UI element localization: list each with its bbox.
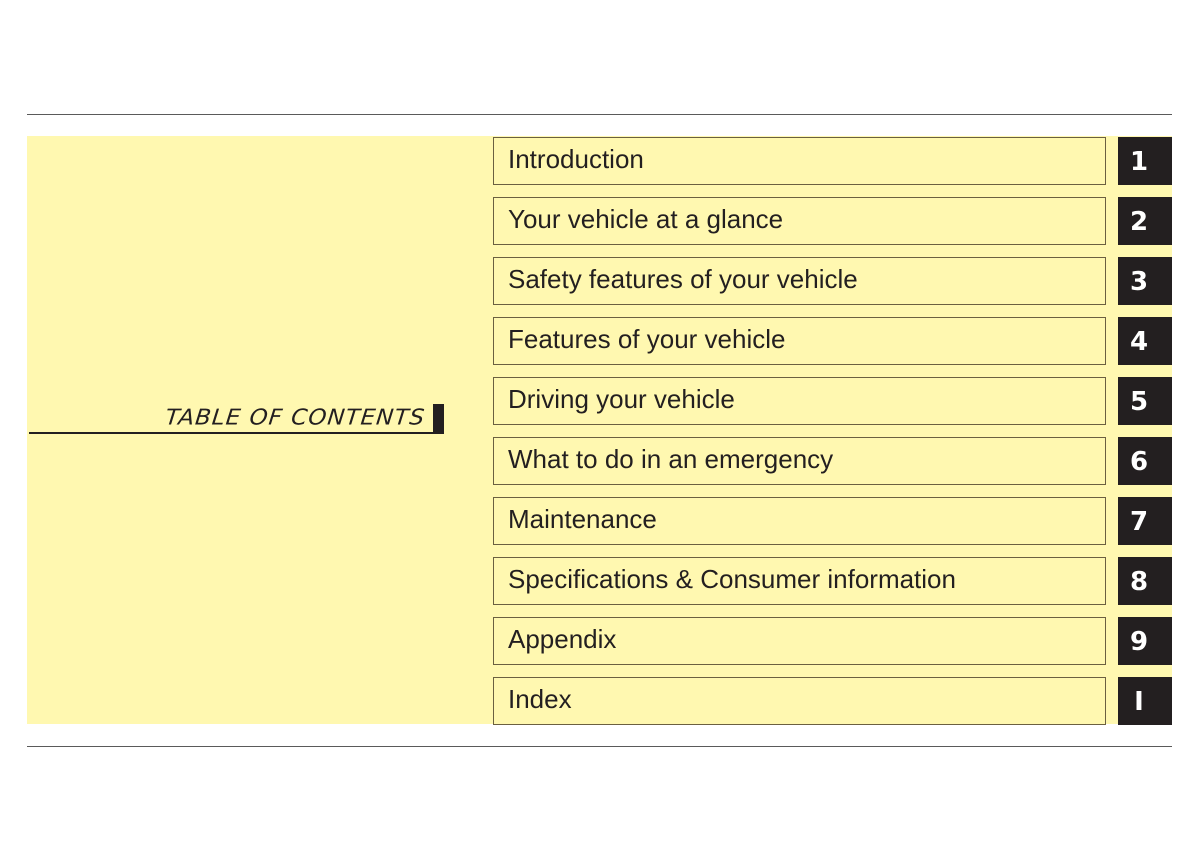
chapter-tab[interactable]: 9 [1118,617,1172,665]
toc-entry-specifications[interactable]: Specifications & Consumer information 8 [493,557,1172,605]
toc-entry-introduction[interactable]: Introduction 1 [493,137,1172,185]
toc-entry-driving[interactable]: Driving your vehicle 5 [493,377,1172,425]
toc-heading: TABLE OF CONTENTS [29,400,444,434]
chapter-tab[interactable]: 7 [1118,497,1172,545]
chapter-number: 8 [1129,567,1149,597]
toc-entry-vehicle-at-a-glance[interactable]: Your vehicle at a glance 2 [493,197,1172,245]
chapter-tab[interactable]: 5 [1118,377,1172,425]
chapter-tab[interactable]: 6 [1118,437,1172,485]
toc-title-marker [433,404,444,432]
chapter-tab[interactable]: 4 [1118,317,1172,365]
toc-entry-box[interactable]: Driving your vehicle [493,377,1106,425]
chapter-number: 6 [1129,447,1149,477]
chapter-number: 4 [1129,327,1149,357]
toc-entry-box[interactable]: Appendix [493,617,1106,665]
chapter-number: I [1134,687,1144,717]
chapter-number: 7 [1129,507,1149,537]
toc-entry-emergency[interactable]: What to do in an emergency 6 [493,437,1172,485]
bottom-rule [27,746,1172,747]
chapter-number: 9 [1129,627,1149,657]
toc-entry-label[interactable]: Driving your vehicle [508,384,735,414]
toc-entry-label[interactable]: Maintenance [508,504,657,534]
toc-entry-box[interactable]: Maintenance [493,497,1106,545]
chapter-number: 5 [1129,387,1149,417]
toc-entry-box[interactable]: Specifications & Consumer information [493,557,1106,605]
chapter-tab[interactable]: 1 [1118,137,1172,185]
chapter-tab[interactable]: 2 [1118,197,1172,245]
toc-entry-label[interactable]: Introduction [508,144,644,174]
chapter-tab[interactable]: 3 [1118,257,1172,305]
chapter-tab[interactable]: I [1118,677,1172,725]
chapter-number: 2 [1129,207,1149,237]
toc-entry-box[interactable]: What to do in an emergency [493,437,1106,485]
toc-entry-safety-features[interactable]: Safety features of your vehicle 3 [493,257,1172,305]
chapter-tab[interactable]: 8 [1118,557,1172,605]
top-rule [27,114,1172,115]
toc-entry-box[interactable]: Your vehicle at a glance [493,197,1106,245]
toc-entry-box[interactable]: Features of your vehicle [493,317,1106,365]
toc-entry-label[interactable]: Features of your vehicle [508,324,785,354]
toc-entry-label[interactable]: What to do in an emergency [508,444,833,474]
toc-entry-label[interactable]: Your vehicle at a glance [508,204,783,234]
toc-entry-features[interactable]: Features of your vehicle 4 [493,317,1172,365]
toc-entry-box[interactable]: Safety features of your vehicle [493,257,1106,305]
toc-entry-box[interactable]: Index [493,677,1106,725]
toc-entry-maintenance[interactable]: Maintenance 7 [493,497,1172,545]
toc-entry-box[interactable]: Introduction [493,137,1106,185]
chapter-number: 1 [1129,147,1149,177]
toc-entry-label[interactable]: Safety features of your vehicle [508,264,858,294]
toc-entry-appendix[interactable]: Appendix 9 [493,617,1172,665]
chapter-number: 3 [1129,267,1149,297]
toc-entry-index[interactable]: Index I [493,677,1172,725]
toc-entry-label[interactable]: Specifications & Consumer information [508,564,956,594]
toc-title: TABLE OF CONTENTS [164,405,427,431]
toc-entry-label[interactable]: Index [508,684,572,714]
toc-entry-label[interactable]: Appendix [508,624,616,654]
